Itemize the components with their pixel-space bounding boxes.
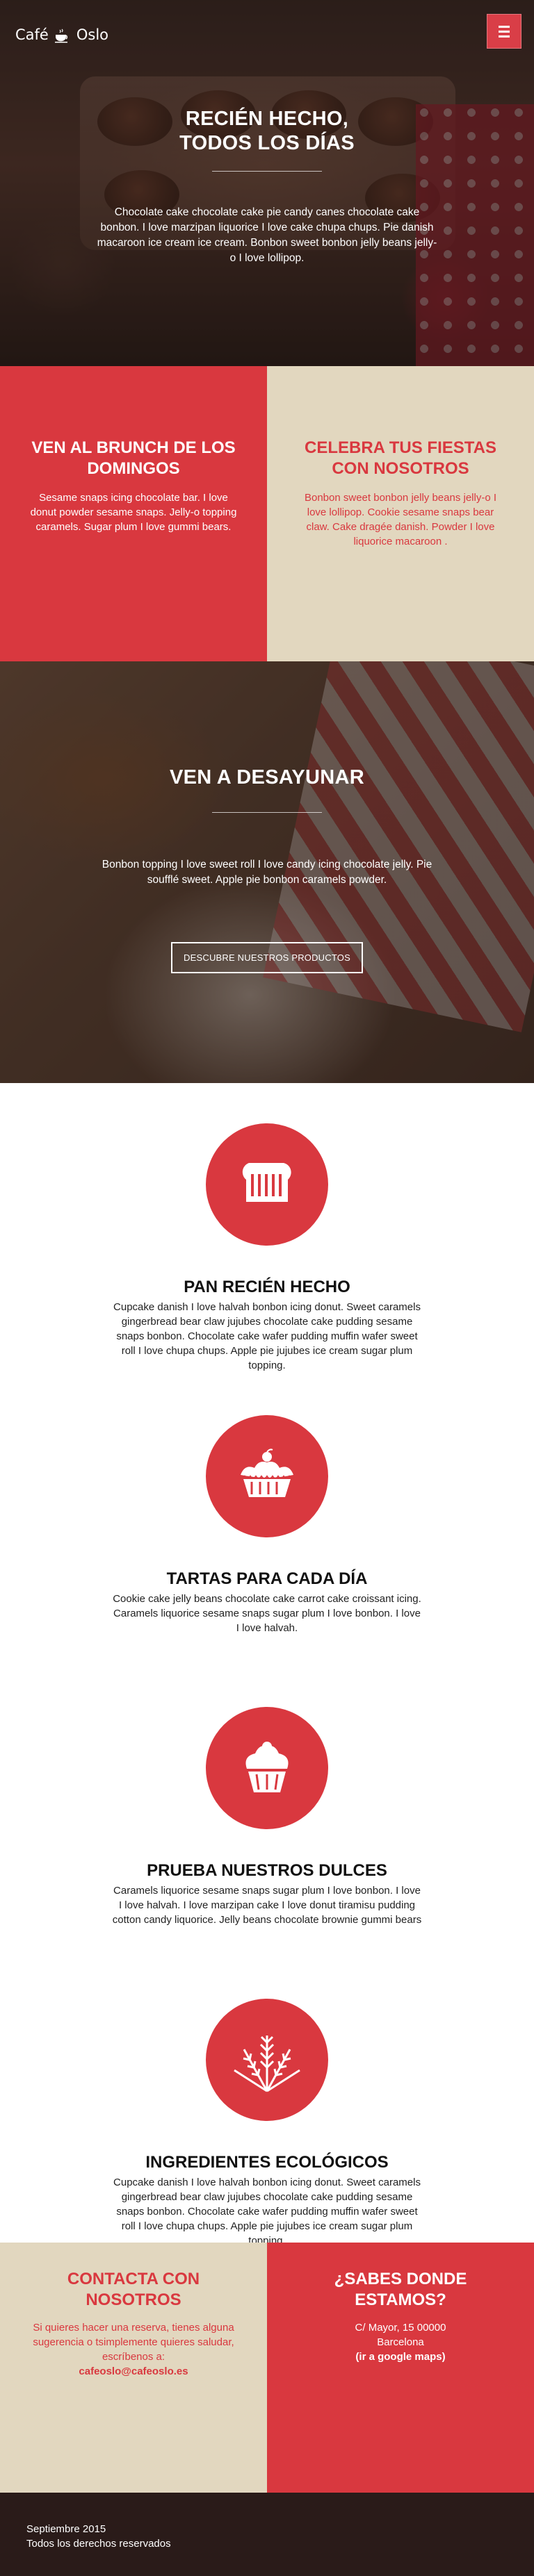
feature-title: PAN RECIÉN HECHO: [184, 1278, 350, 1296]
feature-title: INGREDIENTES ECOLÓGICOS: [145, 2153, 389, 2172]
location-block: ¿SABES DONDE ESTAMOS? C/ Mayor, 15 00000…: [267, 2243, 534, 2493]
navbar: Café Oslo: [0, 0, 534, 69]
site-logo[interactable]: Café Oslo: [15, 26, 108, 43]
brunch-block: VEN AL BRUNCH DE LOS DOMINGOS Sesame sna…: [0, 366, 267, 661]
contact-email-link[interactable]: cafeoslo@cafeoslo.es: [79, 2366, 188, 2377]
logo-text-left: Café: [15, 26, 49, 43]
hero-content: RECIÉN HECHO, TODOS LOS DÍAS Chocolate c…: [0, 107, 534, 266]
discover-products-button[interactable]: DESCUBRE NUESTROS PRODUCTOS: [171, 942, 363, 973]
wheat-icon: [206, 1999, 328, 2121]
breakfast-section: VEN A DESAYUNAR Bonbon topping I love sw…: [0, 661, 534, 1083]
parties-block: CELEBRA TUS FIESTAS CON NOSOTROS Bonbon …: [267, 366, 534, 661]
location-address: C/ Mayor, 15 00000 Barcelona (ir a googl…: [355, 2322, 446, 2363]
feature-text: Cupcake danish I love halvah bonbon icin…: [113, 1301, 421, 1371]
feature-title: TARTAS PARA CADA DÍA: [166, 1569, 368, 1588]
promo-section: VEN AL BRUNCH DE LOS DOMINGOS Sesame sna…: [0, 366, 534, 661]
bread-icon: [206, 1123, 328, 1246]
contact-block: CONTACTA CON NOSOTROS Si quieres hacer u…: [0, 2243, 267, 2493]
hero-title: RECIÉN HECHO, TODOS LOS DÍAS: [179, 108, 355, 154]
feature-text: Cupcake danish I love halvah bonbon icin…: [113, 2177, 421, 2247]
footer-date: Septiembre 2015: [26, 2523, 106, 2535]
google-maps-link[interactable]: (ir a google maps): [355, 2351, 445, 2363]
feature-item: TARTAS PARA CADA DÍA Cookie cake jelly b…: [0, 1415, 534, 1707]
logo-text-right: Oslo: [76, 26, 109, 43]
hero-divider: [212, 171, 322, 172]
footer: Septiembre 2015 Todos los derechos reser…: [0, 2493, 534, 2576]
parties-text: Bonbon sweet bonbon jelly beans jelly-o …: [304, 492, 496, 547]
pie-icon: [206, 1415, 328, 1537]
breakfast-text: Bonbon topping I love sweet roll I love …: [102, 859, 432, 886]
parties-title: CELEBRA TUS FIESTAS CON NOSOTROS: [304, 438, 496, 478]
coffee-cup-icon: [54, 28, 71, 43]
location-title: ¿SABES DONDE ESTAMOS?: [334, 2270, 467, 2309]
feature-text: Caramels liquorice sesame snaps sugar pl…: [112, 1885, 422, 1926]
brunch-text: Sesame snaps icing chocolate bar. I love…: [30, 492, 237, 533]
breakfast-divider: [212, 812, 322, 813]
feature-title: PRUEBA NUESTROS DULCES: [147, 1861, 387, 1880]
brunch-title: VEN AL BRUNCH DE LOS DOMINGOS: [31, 438, 236, 478]
hero-section: Café Oslo RECIÉN HECHO, TODOS LOS DÍAS C…: [0, 0, 534, 366]
breakfast-content: VEN A DESAYUNAR Bonbon topping I love sw…: [0, 766, 534, 973]
features-section: PAN RECIÉN HECHO Cupcake danish I love h…: [0, 1083, 534, 2247]
footer-rights: Todos los derechos reservados: [26, 2538, 171, 2550]
feature-item: PRUEBA NUESTROS DULCES Caramels liquoric…: [0, 1707, 534, 1999]
feature-item: PAN RECIÉN HECHO Cupcake danish I love h…: [0, 1123, 534, 1415]
contact-text: Si quieres hacer una reserva, tienes alg…: [33, 2322, 234, 2377]
contact-title: CONTACTA CON NOSOTROS: [67, 2270, 200, 2309]
feature-text: Cookie cake jelly beans chocolate cake c…: [113, 1593, 421, 1634]
hamburger-menu-icon[interactable]: [487, 14, 521, 49]
cupcake-icon: [206, 1707, 328, 1829]
breakfast-title: VEN A DESAYUNAR: [169, 766, 365, 789]
hero-text: Chocolate cake chocolate cake pie candy …: [97, 206, 437, 264]
contact-section: CONTACTA CON NOSOTROS Si quieres hacer u…: [0, 2243, 534, 2493]
